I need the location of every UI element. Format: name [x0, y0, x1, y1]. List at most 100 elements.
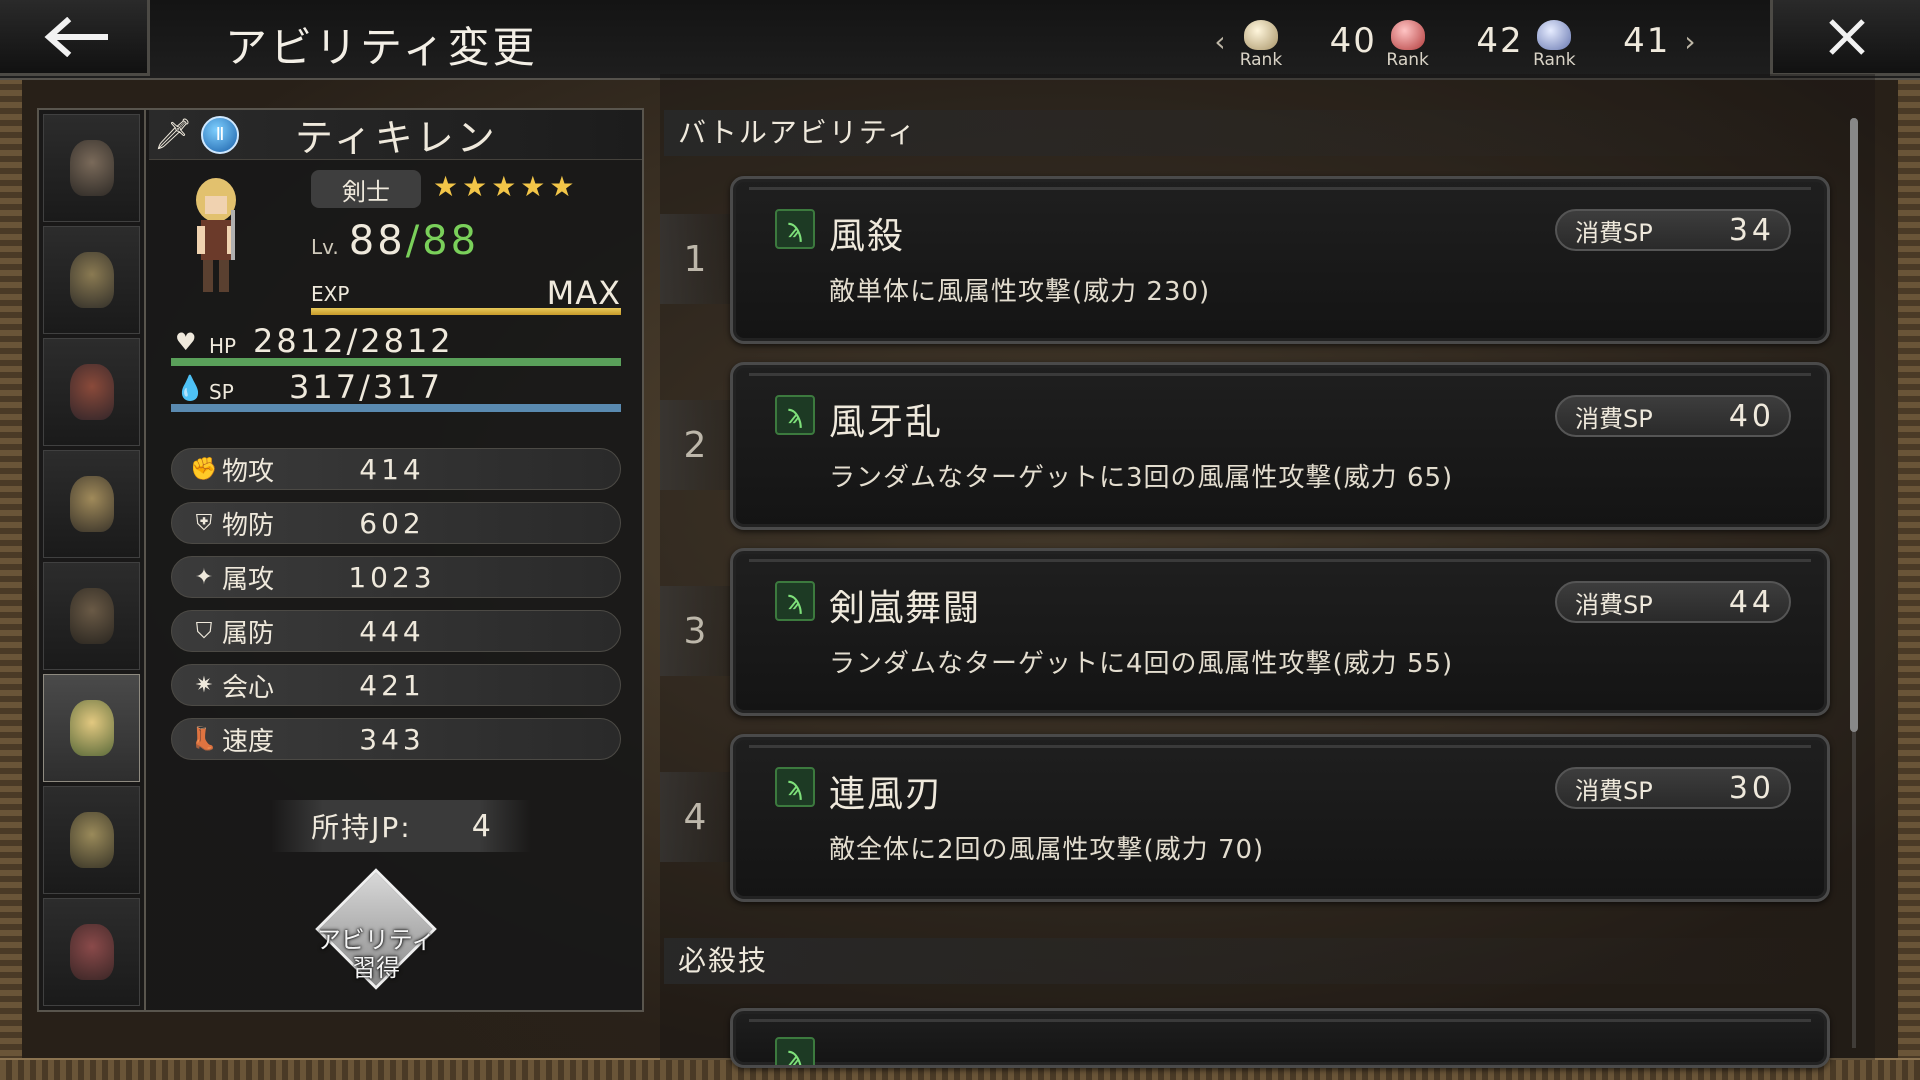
sp-row: 💧 SP 317/317: [171, 368, 621, 412]
character-header: 🗡 Ⅱ ティキレン: [149, 110, 642, 160]
stat-row-critical: ✷ 会心 421: [171, 664, 621, 706]
back-button[interactable]: [0, 0, 150, 76]
character-portrait-icon: [69, 364, 114, 420]
rank-value: 40: [1329, 21, 1377, 61]
stat-row-physical-defense: ⛨ 物防 602: [171, 502, 621, 544]
rank-badge-icon: Rank: [1528, 14, 1580, 69]
ability-card[interactable]: ϡ 剣嵐舞闘 消費SP 44 ランダムなターゲットに4回の風属性攻撃(威力 55…: [730, 548, 1830, 716]
portrait-slot[interactable]: [43, 562, 140, 670]
page-title: アビリティ変更: [225, 23, 538, 72]
elemental-defense-icon: ⛉: [195, 618, 213, 644]
exp-row: EXP MAX: [311, 274, 621, 315]
stat-row-elemental-defense: ⛉ 属防 444: [171, 610, 621, 652]
ability-name: 剣嵐舞闘: [829, 588, 982, 629]
sp-bar: [171, 404, 621, 412]
speed-icon: 👢: [190, 726, 218, 752]
portrait-slot[interactable]: [43, 114, 140, 222]
ability-description: ランダムなターゲットに3回の風属性攻撃(威力 65): [829, 463, 1454, 493]
level-current: 88: [348, 218, 406, 264]
character-details: 🗡 Ⅱ ティキレン 剣士 ★★★★★ Lv. 88 /88 EXP MAX ♥ …: [149, 110, 642, 1010]
hp-bar: [171, 358, 621, 366]
ability-list-panel: バトルアビリティ 1 ϡ 風殺 消費SP 34 敵単体に風属性攻撃(威力 230…: [660, 74, 1875, 1068]
slot-number: 4: [660, 772, 730, 862]
close-button[interactable]: [1770, 0, 1920, 76]
portrait-slot[interactable]: [43, 898, 140, 1006]
exp-value: MAX: [546, 274, 621, 312]
top-bar: アビリティ変更 ‹ Rank 40 Rank 42 Rank 41 ›: [0, 0, 1920, 80]
character-portrait-icon: [69, 812, 114, 868]
scrollbar-thumb[interactable]: [1850, 118, 1858, 732]
portrait-slot[interactable]: [43, 338, 140, 446]
jp-value: 4: [471, 808, 491, 844]
jp-label: 所持JP:: [311, 811, 412, 844]
character-portrait-icon: [69, 476, 114, 532]
hp-label: HP: [209, 334, 237, 358]
ability-card[interactable]: ϡ 風殺 消費SP 34 敵単体に風属性攻撃(威力 230): [730, 176, 1830, 344]
rarity-orb-icon: Ⅱ: [201, 115, 239, 154]
portrait-slot[interactable]: [43, 786, 140, 894]
ability-card[interactable]: ϡ 連風刃 消費SP 30 敵全体に2回の風属性攻撃(威力 70): [730, 734, 1830, 902]
slot-number: 3: [660, 586, 730, 676]
frame-right: [1898, 80, 1920, 1080]
sp-drop-icon: 💧: [175, 374, 205, 402]
rank-item-1: Rank 40: [1235, 14, 1382, 69]
rank-bar: ‹ Rank 40 Rank 42 Rank 41 ›: [1205, 14, 1705, 69]
portrait-slot[interactable]: [43, 226, 140, 334]
portrait-slot[interactable]: [43, 450, 140, 558]
special-skill-card-partial[interactable]: ϡ: [730, 1008, 1830, 1068]
level-label: Lv.: [311, 235, 339, 259]
wind-element-icon: ϡ: [775, 1037, 815, 1065]
slot-number: 1: [660, 214, 730, 304]
ability-name: 風殺: [829, 216, 906, 257]
jp-display: 所持JP: 4: [271, 800, 531, 852]
stat-row-elemental-attack: ✦ 属攻 1023: [171, 556, 621, 598]
sp-cost-badge: 消費SP 34: [1555, 209, 1791, 251]
sp-cost-badge: 消費SP 40: [1555, 395, 1791, 437]
level-max: /88: [405, 218, 480, 264]
wind-element-icon: ϡ: [775, 581, 815, 621]
character-portrait-icon: [69, 252, 114, 308]
rank-next-arrow-icon[interactable]: ›: [1675, 25, 1705, 58]
character-sprite: [196, 178, 236, 292]
wind-element-icon: ϡ: [775, 209, 815, 249]
rank-item-3: Rank 41: [1528, 14, 1675, 69]
ability-description: 敵全体に2回の風属性攻撃(威力 70): [829, 835, 1265, 865]
ability-acquire-button[interactable]: アビリティ 習得: [311, 868, 441, 998]
battle-abilities-heading: バトルアビリティ: [664, 110, 1844, 156]
frame-left: [0, 80, 22, 1080]
critical-icon: ✷: [194, 672, 214, 698]
heart-icon: ♥: [175, 328, 197, 356]
rank-item-2: Rank 42: [1382, 14, 1529, 69]
attack-icon: ✊: [190, 456, 218, 482]
sword-icon: 🗡: [153, 117, 193, 152]
exp-bar: [311, 308, 621, 315]
sp-cost-badge: 消費SP 30: [1555, 767, 1791, 809]
slot-number: 2: [660, 400, 730, 490]
ability-description: ランダムなターゲットに4回の風属性攻撃(威力 55): [829, 649, 1454, 679]
exp-label: EXP: [311, 282, 350, 306]
party-portrait-list: [39, 110, 146, 1010]
ability-acquire-label: アビリティ 習得: [316, 926, 436, 982]
ability-name: 連風刃: [829, 774, 944, 815]
defense-icon: ⛨: [195, 510, 213, 536]
ability-name: 風牙乱: [829, 402, 944, 443]
sp-value: 317/317: [289, 368, 443, 406]
rarity-stars: ★★★★★: [433, 170, 579, 203]
rank-value: 42: [1476, 21, 1524, 61]
rank-prev-arrow-icon[interactable]: ‹: [1205, 25, 1235, 58]
character-portrait-icon: [69, 140, 114, 196]
rank-value: 41: [1623, 21, 1671, 61]
character-portrait-icon: [69, 700, 114, 756]
rank-badge-icon: Rank: [1235, 14, 1287, 69]
special-skill-heading: 必殺技: [664, 938, 1844, 984]
portrait-slot-selected[interactable]: [43, 674, 140, 782]
character-name: ティキレン: [295, 116, 498, 160]
rank-badge-icon: Rank: [1382, 14, 1434, 69]
wind-element-icon: ϡ: [775, 395, 815, 435]
back-arrow-icon: [43, 16, 108, 57]
ability-card[interactable]: ϡ 風牙乱 消費SP 40 ランダムなターゲットに3回の風属性攻撃(威力 65): [730, 362, 1830, 530]
ability-description: 敵単体に風属性攻撃(威力 230): [829, 277, 1211, 307]
level-display: Lv. 88 /88: [311, 218, 479, 264]
character-portrait-icon: [69, 588, 114, 644]
sp-cost-badge: 消費SP 44: [1555, 581, 1791, 623]
